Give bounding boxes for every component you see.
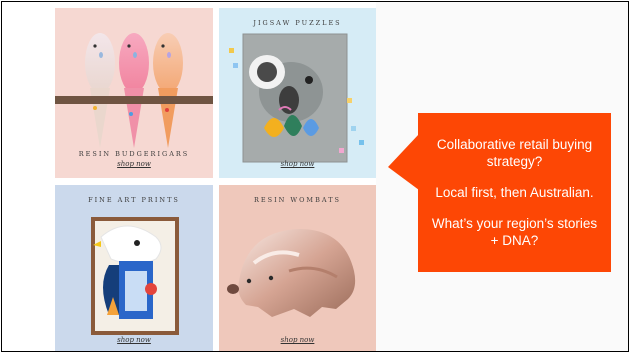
jigsaw-puzzle-image — [229, 33, 364, 163]
slide: RESIN BUDGERIGARS shop now JIGSAW PUZZLE… — [1, 1, 629, 352]
callout-local-first: Local first, then Australian. — [435, 185, 594, 200]
product-title: JIGSAW PUZZLES — [253, 19, 342, 27]
callout-region-stories: What’s your region’s stories + DNA? — [431, 216, 598, 248]
callout-pointer — [388, 134, 419, 190]
callout-question-strategy: Collaborative retail buying strategy? — [436, 137, 593, 169]
product-tile-jigsaw-puzzles[interactable]: JIGSAW PUZZLES shop now — [219, 8, 376, 178]
fine-art-print-image — [91, 217, 179, 335]
product-title: RESIN WOMBATS — [254, 196, 341, 204]
callout-box: Collaborative retail buying strategy? Lo… — [418, 113, 611, 272]
product-tile-fine-art-prints[interactable]: FINE ART PRINTS shop now — [55, 185, 213, 351]
resin-wombat-image — [227, 229, 356, 317]
shop-now-link[interactable]: shop now — [55, 160, 213, 168]
product-title: FINE ART PRINTS — [88, 196, 180, 204]
product-tile-budgerigars[interactable]: RESIN BUDGERIGARS shop now — [55, 8, 213, 178]
product-tile-resin-wombats[interactable]: RESIN WOMBATS shop now — [219, 185, 376, 351]
shop-now-link[interactable]: shop now — [55, 336, 213, 344]
shop-now-link[interactable]: shop now — [219, 336, 376, 344]
shop-now-link[interactable]: shop now — [219, 160, 376, 168]
product-title: RESIN BUDGERIGARS — [78, 150, 190, 158]
